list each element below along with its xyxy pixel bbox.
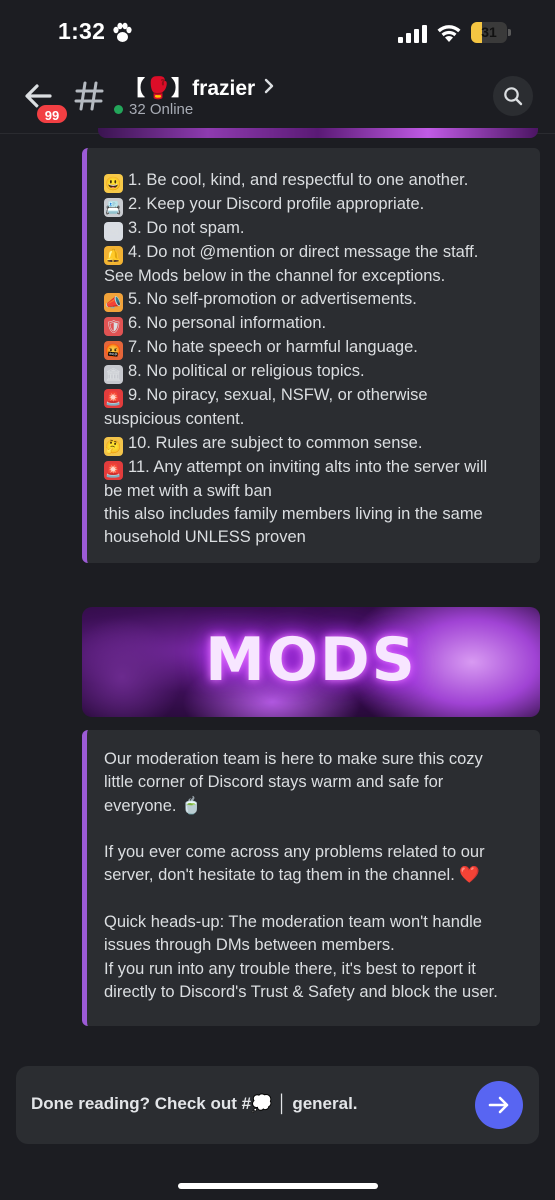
rule-text: See Mods below in the channel for except… — [104, 267, 446, 285]
mods-line: directly to Discord's Trust & Safety and… — [104, 982, 498, 1001]
rules-embed: 😃 1. Be cool, kind, and respectful to one… — [82, 148, 540, 563]
rule-emoji-icon: 📣 — [104, 293, 123, 313]
paw-icon — [113, 22, 132, 42]
channel-title[interactable]: 【🥊】frazier — [124, 72, 255, 102]
rule-emoji-icon: 🤔 — [104, 436, 123, 456]
mods-text: Our moderation team is here to make sure… — [104, 748, 529, 1004]
rule-text: this also includes family members living… — [104, 504, 483, 523]
rule-line: be met with a swift ban — [104, 480, 529, 503]
mods-line: Quick heads-up: The moderation team won'… — [104, 913, 482, 932]
rule-emoji-icon: 😃 — [104, 174, 123, 193]
mods-line: server, don't hesitate to tag them in th… — [104, 866, 480, 885]
rule-text: 9. No piracy, sexual, NSFW, or otherwise — [128, 386, 428, 405]
mods-line: everyone. 🍵 — [104, 796, 202, 815]
rule-line: suspicious content. — [104, 408, 529, 431]
online-count-text: 32 Online — [129, 101, 194, 118]
rules-list: 😃 1. Be cool, kind, and respectful to one… — [104, 169, 529, 549]
chevron-right-icon[interactable] — [262, 76, 276, 96]
mods-line: issues through DMs between members. — [104, 936, 395, 955]
rule-line: 😃 1. Be cool, kind, and respectful to one… — [104, 169, 529, 193]
rule-line: this also includes family members living… — [104, 503, 529, 526]
rule-emoji-icon: 🚨 — [104, 460, 123, 480]
mods-line: If you ever come across any problems rel… — [104, 843, 485, 862]
unread-badge: 99 — [35, 103, 69, 125]
rule-text: suspicious content. — [104, 410, 245, 429]
rule-text: 8. No political or religious topics. — [128, 362, 365, 381]
mods-banner-title: MODS — [205, 625, 417, 695]
rule-text: 6. No personal information. — [128, 314, 327, 333]
status-bar: 1:32 31 — [0, 0, 555, 66]
message-bar-text: Done reading? Check out #💭 │ general. — [31, 1094, 358, 1113]
rule-emoji-icon: 🤬 — [104, 341, 123, 361]
rule-text: 3. Do not spam. — [128, 219, 245, 237]
signal-icon — [398, 25, 427, 43]
rule-emoji-icon: 📇 — [104, 198, 123, 217]
message-bar[interactable]: Done reading? Check out #💭 │ general. — [16, 1066, 539, 1144]
search-icon — [504, 87, 523, 106]
rule-line: 🛡 6. No personal information. — [104, 312, 529, 337]
rule-emoji-icon: 🛡 — [104, 317, 123, 337]
rule-text: 1. Be cool, kind, and respectful to one … — [128, 171, 469, 189]
status-time: 1:32 — [58, 18, 106, 44]
online-status-icon — [114, 105, 123, 114]
rule-line: 🔔 4. Do not @mention or direct message th… — [104, 241, 529, 265]
rule-line: 📇 2. Keep your Discord profile appropriat… — [104, 193, 529, 217]
search-button[interactable] — [493, 76, 533, 116]
rule-text: 10. Rules are subject to common sense. — [128, 433, 423, 452]
battery-text: 31 — [481, 24, 497, 40]
rule-line: 📣 5. No self-promotion or advertisements. — [104, 288, 529, 313]
mods-line: Our moderation team is here to make sure… — [104, 750, 483, 768]
rule-text: 7. No hate speech or harmful language. — [128, 338, 418, 357]
rule-line: 🚨 9. No piracy, sexual, NSFW, or otherwis… — [104, 384, 529, 409]
rule-emoji-icon: 🏛 — [104, 365, 123, 385]
rule-line: 🏛 8. No political or religious topics. — [104, 360, 529, 385]
rule-emoji-icon: ✉ — [104, 222, 123, 241]
hash-icon — [74, 81, 104, 111]
online-count: 32 Online — [114, 101, 193, 118]
rule-text: 4. Do not @mention or direct message the… — [128, 243, 479, 261]
wifi-icon — [437, 25, 461, 42]
rule-text: 5. No self-promotion or advertisements. — [128, 290, 417, 309]
rule-line: 🤬 7. No hate speech or harmful language. — [104, 336, 529, 361]
send-button[interactable] — [475, 1081, 523, 1129]
rule-line: 🤔 10. Rules are subject to common sense. — [104, 432, 529, 456]
rule-text: be met with a swift ban — [104, 481, 272, 500]
mods-line: If you run into any trouble there, it's … — [104, 959, 476, 978]
battery-icon: 31 — [471, 22, 511, 43]
previous-banner-image — [98, 128, 538, 138]
rule-emoji-icon: 🔔 — [104, 246, 123, 265]
rule-line: household UNLESS proven — [104, 526, 529, 549]
rule-text: household UNLESS proven — [104, 528, 306, 547]
rule-text: 11. Any attempt on inviting alts into th… — [128, 457, 488, 476]
arrow-right-icon — [488, 1096, 509, 1114]
mods-line: little corner of Discord stays warm and … — [104, 773, 444, 792]
channel-header: 99 【🥊】frazier 32 Online — [0, 66, 555, 134]
rule-text: 2. Keep your Discord profile appropriate… — [128, 195, 425, 213]
home-indicator[interactable] — [178, 1183, 378, 1189]
rule-line: See Mods below in the channel for except… — [104, 265, 529, 288]
rule-emoji-icon: 🚨 — [104, 389, 123, 409]
mods-embed: Our moderation team is here to make sure… — [82, 730, 540, 1026]
rule-line: ✉ 3. Do not spam. — [104, 217, 529, 241]
rule-line: 🚨 11. Any attempt on inviting alts into t… — [104, 456, 529, 480]
mods-banner-image: MODS — [82, 607, 540, 717]
